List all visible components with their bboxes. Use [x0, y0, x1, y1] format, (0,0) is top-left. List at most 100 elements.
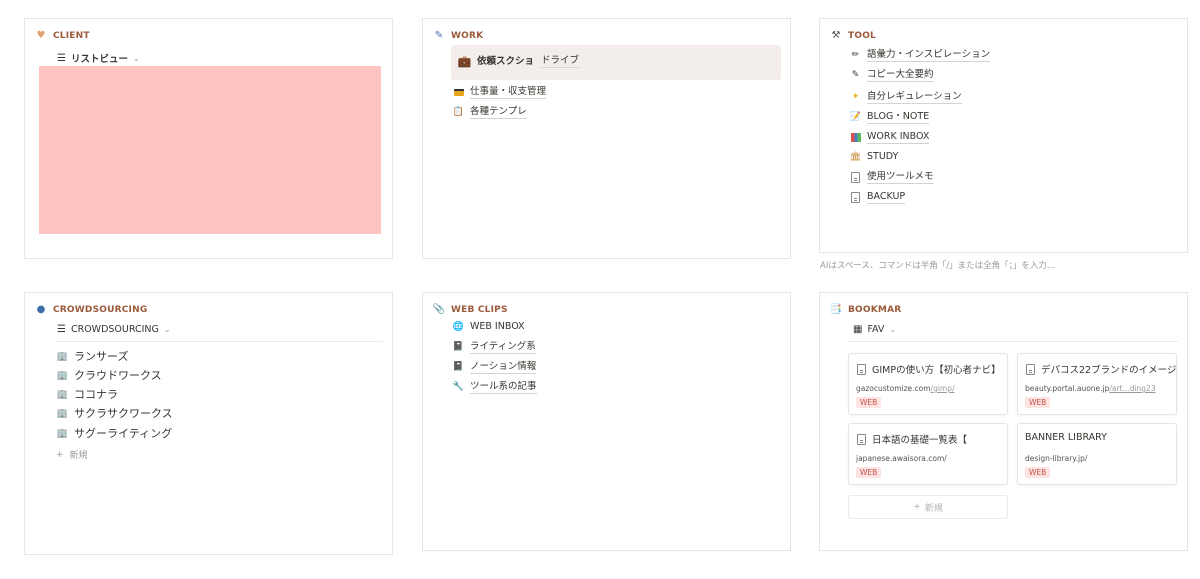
bookmark-url-host: gazocustomize.com — [856, 384, 931, 393]
bookmark-gallery-card[interactable]: 日本語の基礎一覧表【 japanese.awaisora.com/ WEB — [848, 423, 1008, 485]
globe-icon: 🌐 — [452, 321, 465, 332]
tool-item-0[interactable]: ✏ 語彙力・インスピレーション — [850, 49, 991, 62]
web-clips-header[interactable]: 📎 WEB CLIPS — [433, 304, 508, 316]
bookmark-view-selector[interactable]: ▦ FAV ⌄ — [853, 324, 896, 335]
building-icon: 🏢 — [56, 408, 69, 419]
building-icon: 🏢 — [56, 370, 69, 381]
work-highlight-link[interactable]: ドライブ — [541, 55, 580, 68]
bookmark-gallery-card[interactable]: BANNER LIBRARY design-library.jp/ WEB — [1017, 423, 1177, 485]
client-view-label: リストビュー — [70, 54, 128, 65]
list-item-label: ランサーズ — [74, 350, 129, 363]
building-icon: 🏢 — [56, 389, 69, 400]
list-item[interactable]: 🏢 クラウドワークス — [57, 370, 162, 382]
bookmark-card: 📑 BOOKMAR ▦ FAV ⌄ GIMPの使い方【初心者ナビ】 gazocu… — [819, 292, 1188, 551]
tool-card: ⚒ TOOL ✏ 語彙力・インスピレーション ✎ コピー大全要約 ✦ 自分レギュ… — [819, 18, 1188, 253]
list-icon: ☰ — [57, 52, 66, 64]
bookmark-url-host: japanese.awaisora.com/ — [856, 454, 947, 463]
client-card: ♥ CLIENT ☰ リストビュー ⌄ — [24, 18, 393, 259]
add-new-button[interactable]: + 新規 — [56, 448, 88, 462]
bookmark-header[interactable]: 📑 BOOKMAR — [830, 304, 901, 316]
bookmark-card-title-text: BANNER LIBRARY — [1025, 432, 1107, 443]
web-clips-title: WEB CLIPS — [451, 305, 508, 315]
credit-card-icon — [453, 87, 464, 98]
web-clips-item-2[interactable]: 📓 ノーション情報 — [453, 361, 537, 374]
work-header[interactable]: ✎ WORK — [433, 30, 483, 42]
tool-item-5[interactable]: 🏛 STUDY — [850, 151, 899, 163]
list-item[interactable]: 🏢 サクラサクワークス — [57, 408, 173, 420]
work-item-label: 各種テンプレ — [470, 106, 527, 119]
tag-badge: WEB — [856, 467, 882, 478]
plus-icon: + — [913, 502, 921, 512]
tool-item-3[interactable]: 📝 BLOG・NOTE — [850, 111, 930, 124]
bookmark-card-title: BANNER LIBRARY — [1025, 432, 1107, 443]
building-icon: 🏢 — [56, 428, 69, 439]
bookmark-gallery-card[interactable]: デパコス22ブランドのイメージ beauty.portal.auone.jp/a… — [1017, 353, 1177, 415]
pencil-icon: ✏ — [851, 50, 860, 60]
bookmark-card-url[interactable]: japanese.awaisora.com/ — [856, 454, 947, 463]
bookmark-gallery-card[interactable]: GIMPの使い方【初心者ナビ】 gazocustomize.com/gimp/ … — [848, 353, 1008, 415]
list-item[interactable]: 🏢 ランサーズ — [57, 350, 129, 363]
crowdsourcing-header[interactable]: ● CROWDSOURCING — [35, 304, 148, 316]
document-icon — [1025, 363, 1036, 375]
wrench-icon: 🔧 — [452, 382, 465, 392]
work-highlight-content[interactable]: 💼 依頼スクショ ドライブ — [458, 55, 580, 68]
tool-item-label: 使用ツールメモ — [867, 171, 934, 184]
chevron-down-icon: ⌄ — [132, 53, 140, 63]
bookmark-url-host: beauty.portal.auone.jp — [1025, 384, 1110, 393]
client-view-selector[interactable]: ☰ リストビュー ⌄ — [57, 51, 140, 66]
work-item-1[interactable]: 📋 各種テンプレ — [453, 106, 527, 119]
web-clips-item-label: ツール系の記事 — [470, 381, 537, 394]
bookmark-card-url[interactable]: beauty.portal.auone.jp/art...ding23 — [1025, 384, 1156, 393]
bookmark-card-url[interactable]: gazocustomize.com/gimp/ — [856, 384, 955, 393]
brush-icon: ✎ — [434, 30, 444, 41]
bookmark-view-label: FAV — [867, 324, 885, 335]
editor-placeholder-hint[interactable]: AIはスペース、コマンドは半角「/」または全角「；」を入力... — [820, 259, 1055, 271]
tool-item-label: 自分レギュレーション — [867, 91, 962, 104]
list-item[interactable]: 🏢 サグーライティング — [57, 428, 172, 440]
web-clips-item-label: ノーション情報 — [470, 361, 537, 374]
tool-item-7[interactable]: BACKUP — [850, 191, 906, 204]
bookmark-add-new-button[interactable]: + 新規 — [848, 495, 1008, 519]
tool-header[interactable]: ⚒ TOOL — [830, 30, 876, 42]
client-content-block — [39, 66, 381, 234]
bookmark-book-icon: 📑 — [829, 304, 843, 315]
bookmark-card-title-text: デパコス22ブランドのイメージ — [1041, 365, 1177, 376]
tool-item-2[interactable]: ✦ 自分レギュレーション — [850, 91, 962, 104]
person-icon: ● — [36, 304, 46, 315]
tag-badge: WEB — [1025, 467, 1051, 478]
web-clips-item-1[interactable]: 📓 ライティング系 — [453, 341, 536, 354]
tool-title: TOOL — [848, 31, 876, 41]
bookmark-url-host: design-library.jp/ — [1025, 454, 1088, 463]
web-clips-item-3[interactable]: 🔧 ツール系の記事 — [453, 381, 537, 394]
tool-item-1[interactable]: ✎ コピー大全要約 — [850, 69, 934, 82]
tool-item-label: BLOG・NOTE — [867, 111, 930, 124]
document-icon — [850, 192, 861, 203]
crowdsourcing-view-label: CROWDSOURCING — [70, 324, 159, 335]
list-item[interactable]: 🏢 ココナラ — [57, 389, 118, 401]
paperclip-icon: 📎 — [432, 304, 446, 315]
plus-icon: + — [56, 449, 64, 460]
bookmark-url-path: /art...ding23 — [1109, 384, 1156, 393]
list-item-label: サグーライティング — [74, 427, 173, 440]
tool-item-6[interactable]: 使用ツールメモ — [850, 171, 934, 184]
client-header[interactable]: ♥ CLIENT — [35, 30, 90, 42]
view-divider — [55, 341, 383, 342]
bookmark-title: BOOKMAR — [848, 305, 902, 315]
tool-item-label: STUDY — [867, 151, 899, 162]
tool-item-label: BACKUP — [867, 191, 906, 204]
crowdsourcing-title: CROWDSOURCING — [53, 305, 148, 315]
crowdsourcing-view-selector[interactable]: ☰ CROWDSOURCING ⌄ — [57, 324, 171, 335]
crowdsourcing-card: ● CROWDSOURCING ☰ CROWDSOURCING ⌄ 🏢 ランサー… — [24, 292, 393, 555]
handshake-icon: ♥ — [36, 30, 46, 41]
document-icon — [856, 363, 867, 375]
tool-item-4[interactable]: WORK INBOX — [850, 131, 930, 144]
list-item-label: サクラサクワークス — [74, 407, 173, 420]
bookmark-card-url[interactable]: design-library.jp/ — [1025, 454, 1087, 463]
books-icon — [850, 132, 861, 143]
bookmark-card-title: GIMPの使い方【初心者ナビ】 — [856, 362, 1001, 376]
work-item-0[interactable]: 仕事量・収支管理 — [453, 86, 547, 99]
web-clips-item-label: ライティング系 — [470, 341, 536, 354]
bookmark-add-new-label: 新規 — [924, 503, 943, 514]
web-clips-item-0[interactable]: 🌐 WEB INBOX — [453, 321, 525, 333]
bookmark-card-title-text: GIMPの使い方【初心者ナビ】 — [872, 365, 1001, 376]
